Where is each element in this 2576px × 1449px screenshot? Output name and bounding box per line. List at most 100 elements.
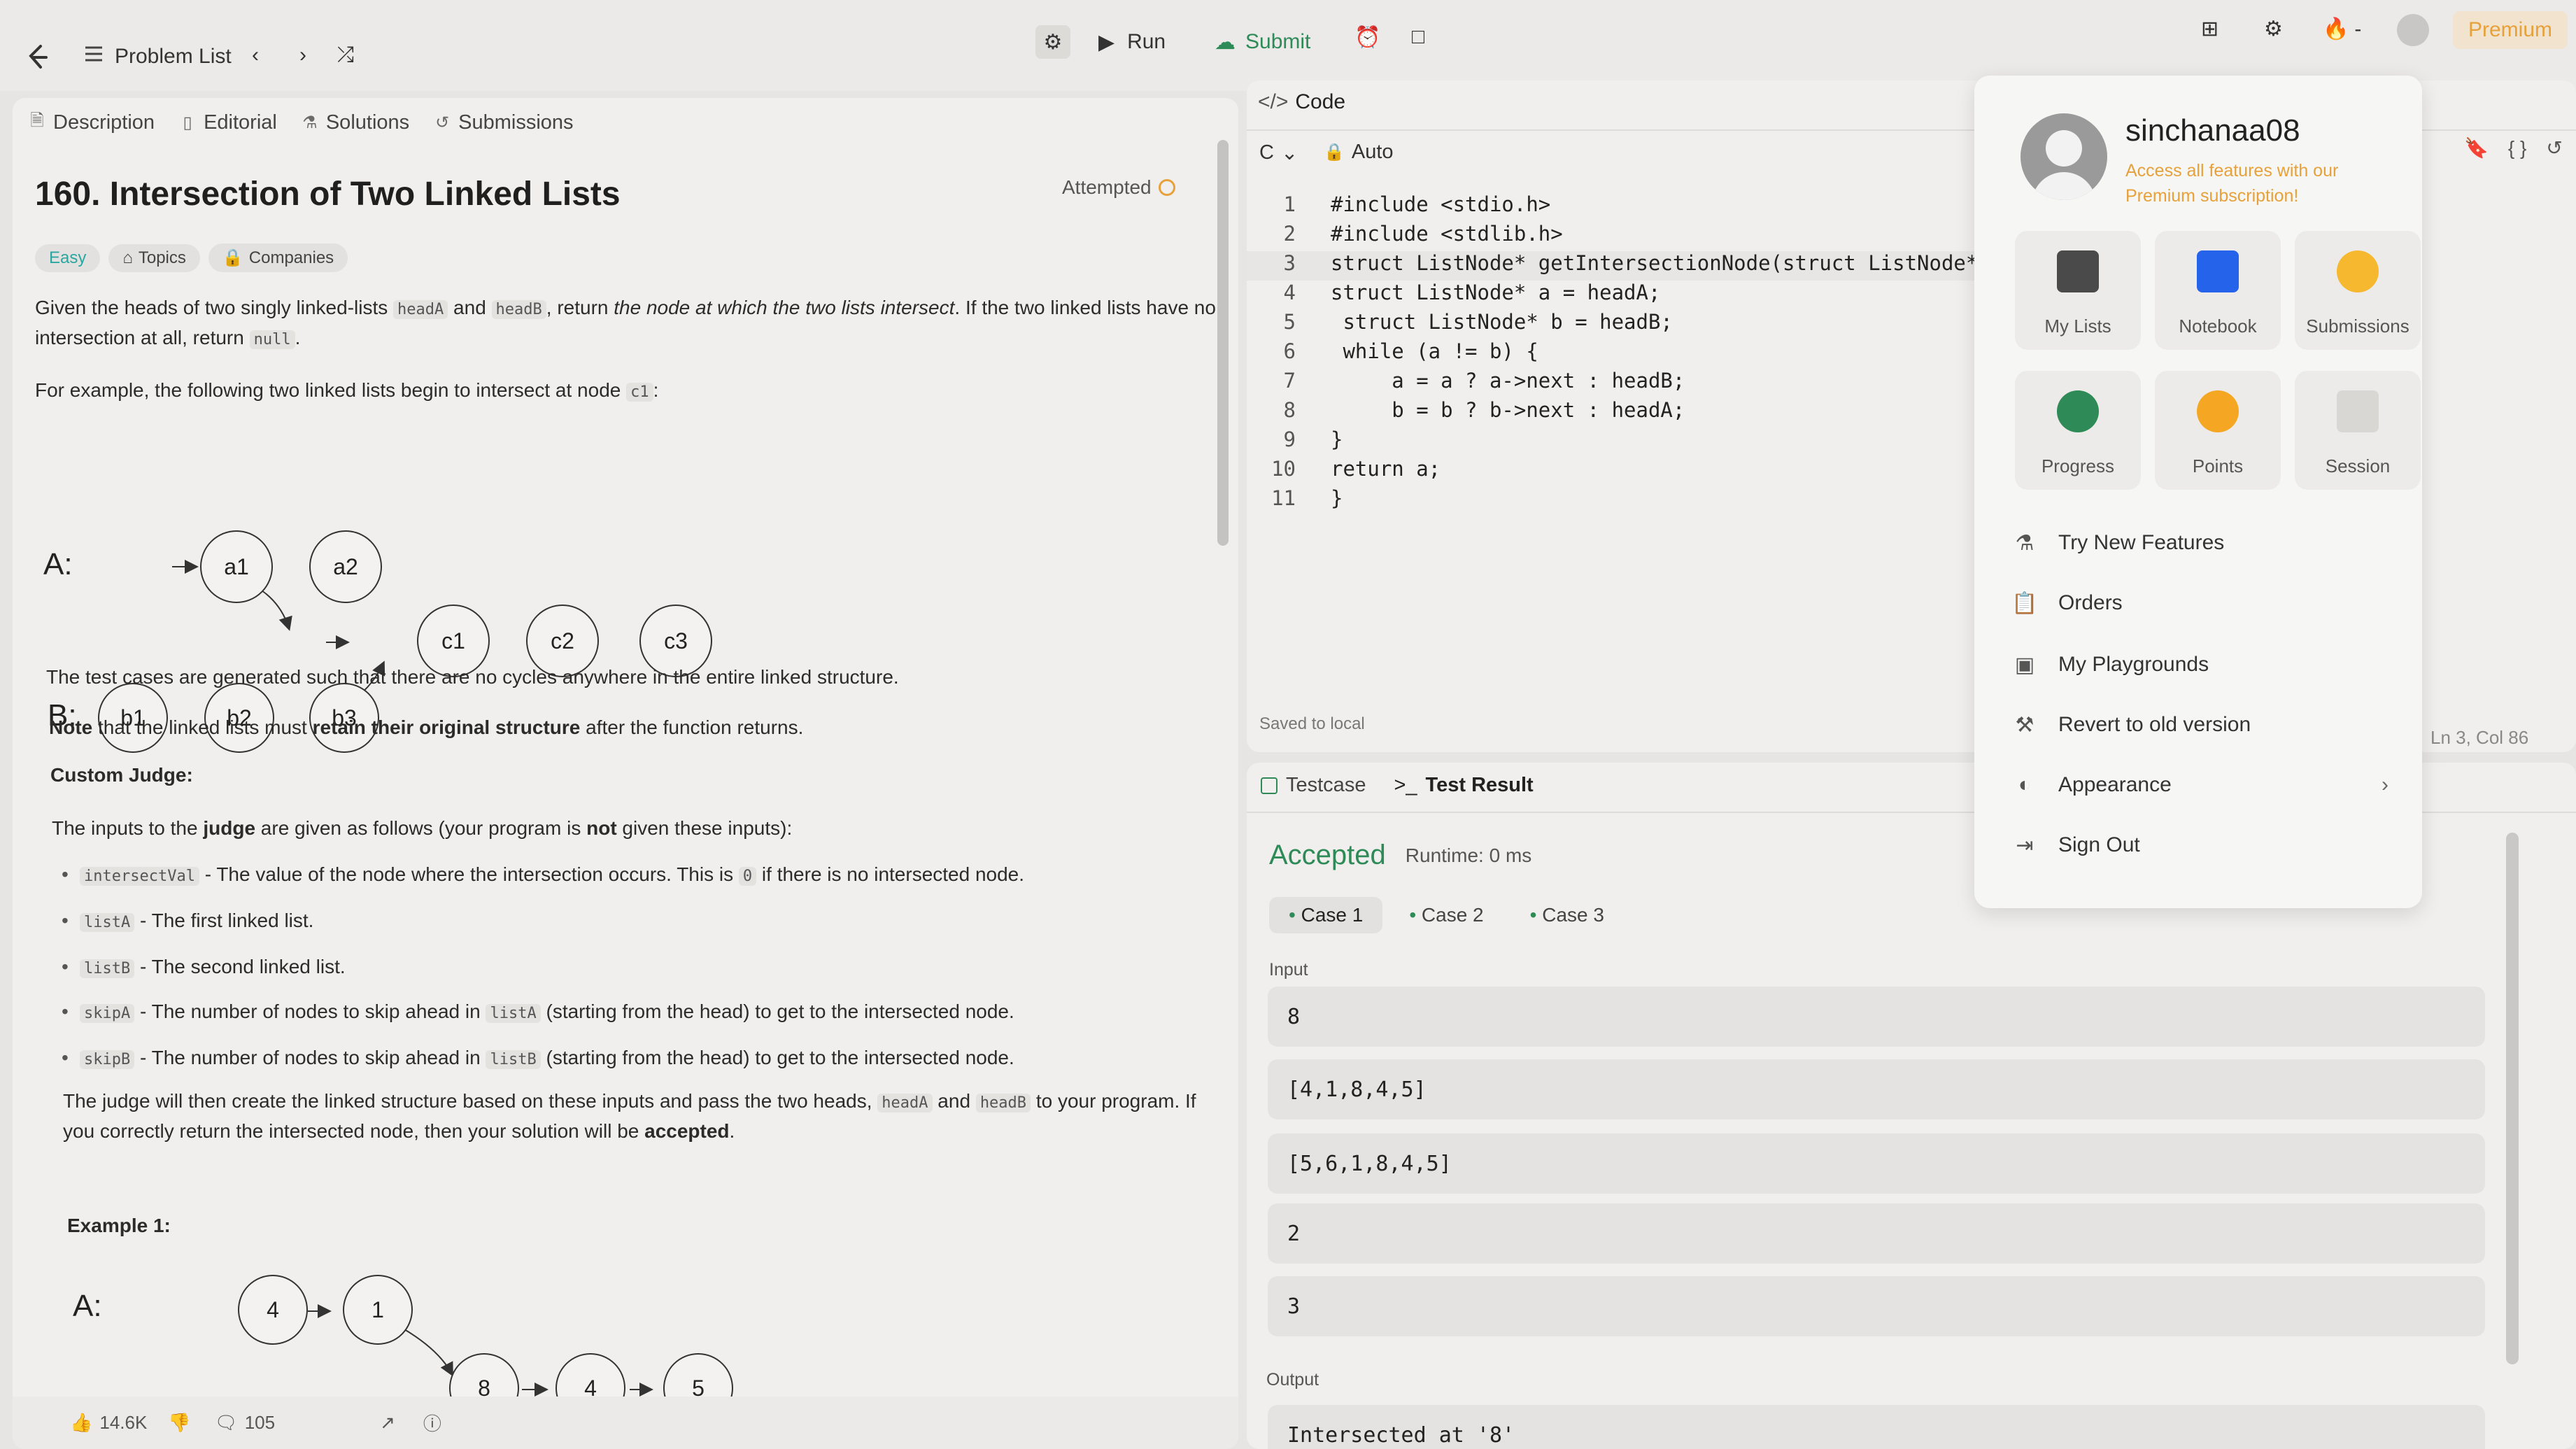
problem-list-button[interactable]: Problem List [84,45,232,69]
premium-label: Premium [2468,18,2553,41]
bold-text: accepted [644,1120,730,1142]
bold-text: judge [203,817,256,839]
submit-button[interactable]: ☁ Submit [1205,25,1320,59]
tile-points[interactable]: Points [2155,371,2281,490]
inline-code: headA [877,1094,933,1112]
document-icon: 🗎 [30,111,44,130]
inline-code: headB [491,300,546,319]
inline-code: headB [975,1094,1031,1112]
text: after the function returns. [580,716,804,738]
line-number: 4 [1283,281,1296,304]
topics-chip[interactable]: ⌂ Topics [108,243,200,272]
menu-item-sign-out[interactable]: ⇥ Sign Out [2011,831,2139,859]
share-button[interactable]: ↗ [380,1412,395,1434]
case-tabs: • Case 1 • Case 2 • Case 3 [1269,897,1624,933]
code-text: struct ListNode* getIntersectionNode(str… [1331,251,1988,275]
tab-description[interactable]: 🗎 Description [28,111,155,134]
node-a2: a2 [309,530,382,603]
menu-item-appearance[interactable]: ◐ Appearance › [2011,771,2389,799]
share-icon: ↗ [380,1412,395,1433]
tab-submissions[interactable]: ↺ Submissions [433,111,573,134]
scrollbar[interactable] [2506,833,2519,1364]
tile-my-lists[interactable]: My Lists [2015,231,2141,350]
tab-test-result[interactable]: >_ Test Result [1394,774,1533,797]
scrollbar[interactable] [1217,140,1229,546]
braces-icon[interactable]: { } [2508,137,2526,160]
code-text: #include <stdlib.h> [1331,222,1563,246]
notes-button[interactable]: □ [1412,25,1424,49]
case-tab-1[interactable]: • Case 1 [1269,897,1383,933]
menu-item-revert[interactable]: ⚒ Revert to old version [2011,711,2251,739]
example-intro: For example, the following two linked li… [35,376,1217,407]
reset-icon[interactable]: ↺ [2546,136,2562,160]
premium-note[interactable]: Access all features with our Premium sub… [2125,158,2338,208]
case-tab-3[interactable]: • Case 3 [1510,897,1624,933]
text: (starting from the head) to get to the i… [540,1001,1014,1022]
difficulty-badge: Easy [35,243,101,272]
layout-button[interactable]: ⊞ [2201,17,2218,41]
menu-item-my-playgrounds[interactable]: ▣ My Playgrounds [2011,651,2209,679]
shuffle-button[interactable]: ⤮ [337,43,354,67]
help-button[interactable]: ⓘ [423,1410,441,1436]
case-tab-2[interactable]: • Case 2 [1389,897,1503,933]
comments-button[interactable]: 🗨 105 [215,1412,275,1434]
language-select[interactable]: C ⌄ [1259,141,1298,165]
cloud-upload-icon: ☁ [1215,30,1236,54]
inline-code: intersectVal [80,867,199,886]
settings-button[interactable]: ⚙ [2264,17,2283,41]
run-label: Run [1127,30,1166,53]
debug-button[interactable]: ⚙ [1035,25,1070,59]
logo-icon[interactable] [25,43,50,71]
tile-progress[interactable]: Progress [2015,371,2141,490]
tile-submissions[interactable]: Submissions [2295,231,2421,350]
list-item: listA - The first linked list. [62,910,313,932]
tab-editorial[interactable]: ▯ Editorial [178,111,276,134]
line-number: 6 [1283,339,1296,363]
username[interactable]: sinchanaa08 [2125,113,2300,148]
tab-solutions[interactable]: ⚗ Solutions [301,111,409,134]
tab-testcase[interactable]: Testcase [1261,774,1366,797]
prev-problem-button[interactable]: ‹ [252,43,259,67]
gear-icon: ⚙ [2264,17,2283,41]
premium-button[interactable]: Premium [2453,11,2568,49]
submit-label: Submit [1245,30,1311,53]
avatar[interactable] [2021,113,2107,200]
list-item: intersectVal - The value of the node whe… [62,863,1024,886]
bold-text: not [586,817,617,839]
list-a-label: A: [73,1289,102,1323]
next-problem-button[interactable]: › [299,43,306,67]
menu-item-try-new-features[interactable]: ⚗ Try New Features [2011,529,2225,557]
timer-button[interactable]: ⏰ [1354,25,1380,50]
dislike-button[interactable]: 👎 [168,1412,190,1434]
verdict-row: Accepted Runtime: 0 ms [1269,840,1531,871]
companies-chip[interactable]: 🔒 Companies [208,243,348,272]
playground-icon: ▣ [2014,653,2035,677]
input-value: 8 [1268,987,2485,1047]
menu-item-label: Try New Features [2058,531,2225,554]
code-text: a = a ? a->next : headB; [1331,369,1685,393]
menu-item-orders[interactable]: 📋 Orders [2011,589,2123,617]
like-button[interactable]: 👍 14.6K [70,1412,147,1434]
comment-icon: 🗨 [214,1412,238,1433]
no-cycles-paragraph: The test cases are generated such that t… [46,666,899,688]
streak-button[interactable]: 🔥 - [2323,17,2361,41]
bookmark-icon[interactable]: 🔖 [2464,136,2489,160]
tile-notebook[interactable]: Notebook [2155,231,2281,350]
avatar-button[interactable] [2397,14,2429,46]
tile-session[interactable]: Session [2295,371,2421,490]
progress-icon [2057,390,2099,432]
text: - The number of nodes to skip ahead in [134,1047,486,1068]
run-button[interactable]: ▶ Run [1089,25,1175,59]
auto-mode-toggle[interactable]: 🔒 Auto [1324,141,1394,164]
editor-tools: 🔖 { } ↺ [2464,136,2563,160]
test-tabs: Testcase >_ Test Result [1261,774,1534,797]
book-icon: ▯ [183,113,192,132]
language-value: C [1259,141,1274,164]
code-editor[interactable]: 1 #include <stdio.h> 2 #include <stdlib.h>… [1247,192,1988,696]
text: Given the heads of two singly linked-lis… [35,297,394,318]
menu-item-label: Orders [2058,591,2123,614]
text: - The number of nodes to skip ahead in [134,1001,486,1022]
likes-count: 14.6K [99,1412,148,1433]
linked-list-diagram: A: B: a1 a2 c1 c2 c3 b1 b2 b3 [13,420,782,756]
companies-label: Companies [248,248,334,267]
